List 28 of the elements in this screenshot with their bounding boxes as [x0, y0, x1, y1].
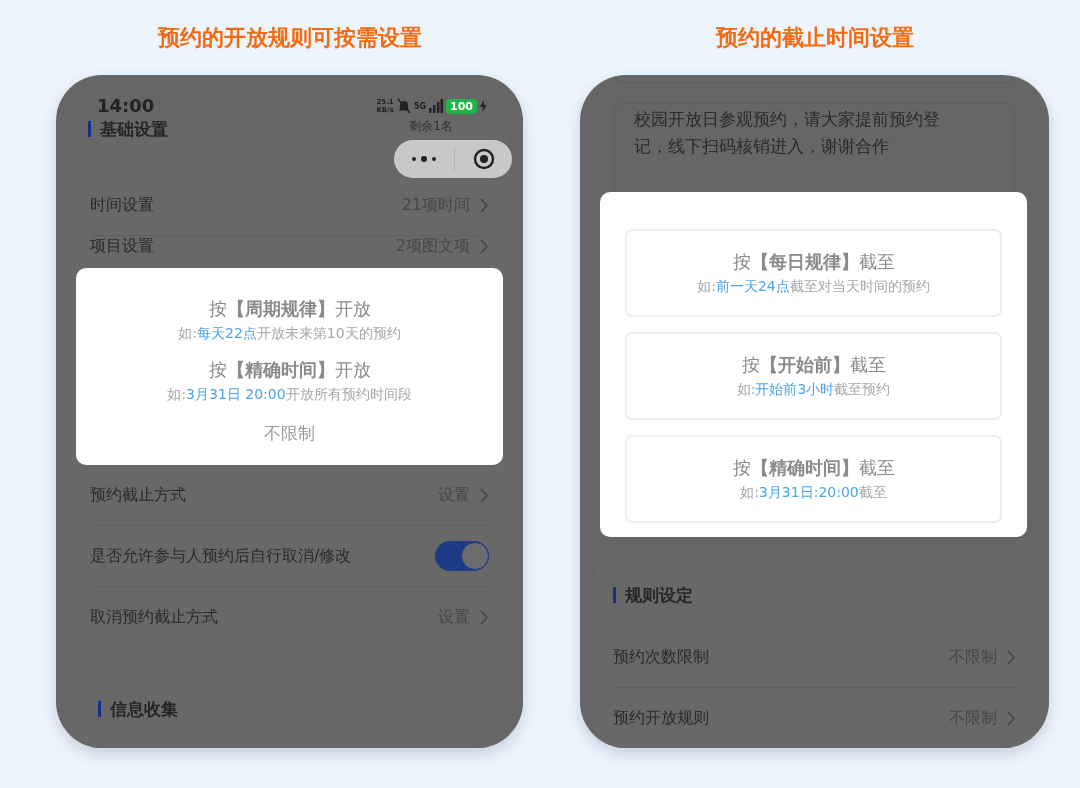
- option-example: 如:每天22点开放未来第10天的预约: [178, 324, 401, 343]
- close-target-icon[interactable]: [473, 148, 496, 170]
- chevron-right-icon: [1007, 649, 1016, 665]
- settings-row[interactable]: 是否允许参与人预约后自行取消/修改: [90, 525, 489, 586]
- option-title[interactable]: 按【周期规律】开放: [208, 296, 371, 322]
- chevron-right-icon: [480, 487, 489, 503]
- caption: 预约的开放规则可按需设置: [157, 24, 422, 52]
- battery-level: 100: [446, 98, 477, 114]
- chevron-right-icon: [1007, 710, 1016, 726]
- chevron-right-icon: [480, 609, 489, 625]
- chevron-right-icon: [480, 239, 489, 254]
- option-card[interactable]: 按【精确时间】截至 如:3月31日:20:00截至: [625, 435, 1002, 523]
- toggle-switch[interactable]: [435, 541, 489, 571]
- section-title: 规则设定: [613, 583, 1016, 607]
- no-limit-option[interactable]: 不限制: [264, 422, 315, 445]
- section-title: 信息收集: [98, 697, 481, 721]
- signal-icon: [429, 99, 444, 113]
- option-title[interactable]: 按【精确时间】开放: [208, 357, 371, 383]
- option-card[interactable]: 按【开始前】截至 如:开始前3小时截至预约: [625, 332, 1002, 420]
- more-icon[interactable]: [410, 155, 437, 163]
- caption: 预约的截止时间设置: [715, 24, 914, 52]
- bell-muted-icon: [396, 98, 411, 114]
- charging-bolt-icon: [480, 100, 487, 112]
- chevron-right-icon: [480, 197, 489, 213]
- network-type: 5G: [413, 101, 427, 111]
- option-example: 如:3月31日 20:00开放所有预约时间段: [167, 385, 412, 404]
- option-card[interactable]: 按【每日规律】截至 如:前一天24点截至对当天时间的预约: [625, 229, 1002, 317]
- status-time: 14:00: [97, 95, 155, 117]
